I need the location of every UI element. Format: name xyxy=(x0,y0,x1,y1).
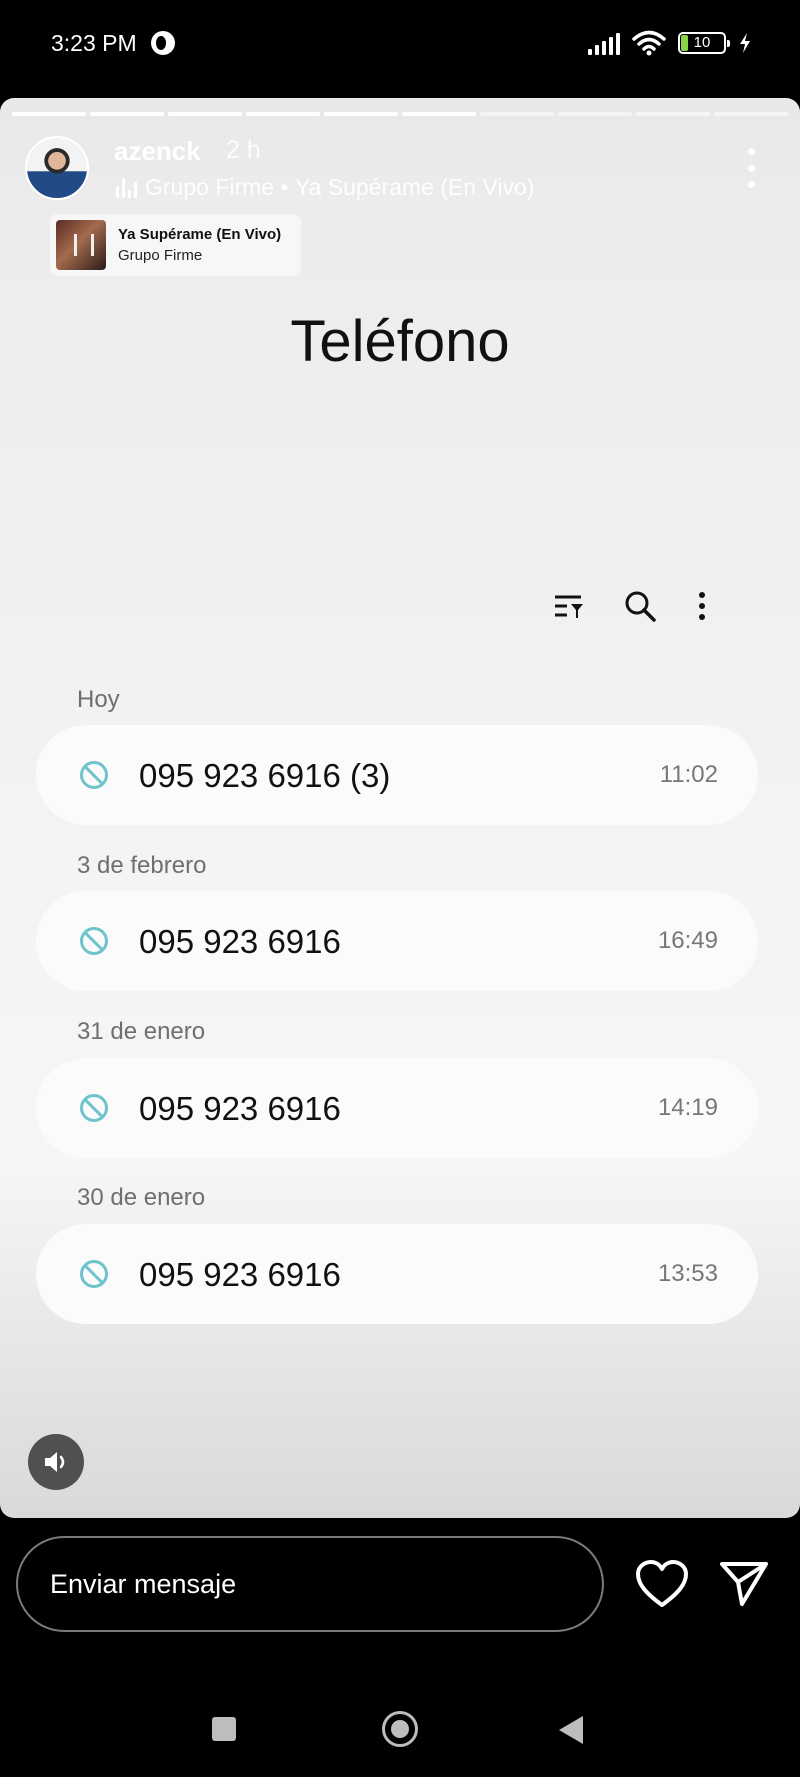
phone-app-title: Teléfono xyxy=(290,309,510,374)
call-time: 14:19 xyxy=(657,1094,718,1121)
call-log-row[interactable]: 095 923 6916 (3) 11:02 xyxy=(36,725,758,825)
more-vertical-icon[interactable] xyxy=(684,588,720,624)
username[interactable]: azenck xyxy=(114,136,201,167)
call-log-row[interactable]: 095 923 6916 13:53 xyxy=(36,1224,758,1324)
music-sticker[interactable]: Ya Supérame (En Vivo) Grupo Firme xyxy=(50,214,301,276)
status-icons: 10 xyxy=(588,30,752,56)
send-icon[interactable] xyxy=(716,1558,772,1610)
music-separator: • xyxy=(274,174,295,200)
wifi-icon xyxy=(632,30,666,56)
album-art xyxy=(56,220,106,270)
music-attribution[interactable]: Grupo Firme • Ya Supérame (En Vivo) xyxy=(116,174,534,201)
battery-level: 10 xyxy=(693,34,711,51)
sound-toggle-button[interactable] xyxy=(28,1434,84,1490)
speaker-icon xyxy=(45,1452,65,1472)
music-song: Ya Supérame (En Vivo) xyxy=(294,174,535,200)
filter-icon[interactable] xyxy=(551,588,587,624)
date-label: 31 de enero xyxy=(77,1018,206,1045)
call-number: 095 923 6916 (3) xyxy=(139,757,391,794)
sticker-title: Ya Supérame (En Vivo) xyxy=(118,226,282,243)
call-time: 11:02 xyxy=(659,761,718,788)
home-button[interactable] xyxy=(382,1711,418,1747)
call-number: 095 923 6916 xyxy=(139,1090,341,1127)
call-number: 095 923 6916 xyxy=(139,923,341,960)
call-log-row[interactable]: 095 923 6916 16:49 xyxy=(36,891,758,991)
avatar[interactable] xyxy=(25,136,89,200)
blocked-call-icon xyxy=(80,1094,108,1122)
date-label: 30 de enero xyxy=(77,1184,206,1211)
blocked-call-icon xyxy=(80,761,108,789)
charging-icon xyxy=(740,33,750,53)
call-time: 13:53 xyxy=(657,1260,718,1287)
audio-bars-icon xyxy=(116,177,137,198)
status-bar: 3:23 PM 10 xyxy=(0,0,800,90)
recent-apps-button[interactable] xyxy=(212,1717,236,1741)
music-artist: Grupo Firme xyxy=(145,174,275,200)
back-button[interactable] xyxy=(559,1716,583,1744)
signal-icon xyxy=(588,31,620,55)
heart-icon[interactable] xyxy=(634,1558,690,1610)
message-input[interactable] xyxy=(16,1536,604,1632)
call-log-row[interactable]: 095 923 6916 14:19 xyxy=(36,1058,758,1158)
post-time: 2 h xyxy=(226,136,261,164)
notification-app-icon xyxy=(151,31,175,55)
battery-icon: 10 xyxy=(678,32,730,54)
status-time: 3:23 PM xyxy=(51,30,137,56)
search-icon[interactable] xyxy=(622,588,658,624)
blocked-call-icon xyxy=(80,927,108,955)
sticker-artist: Grupo Firme xyxy=(118,247,203,264)
blocked-call-icon xyxy=(80,1260,108,1288)
date-label: Hoy xyxy=(77,686,120,713)
date-label: 3 de febrero xyxy=(77,852,207,879)
story-container[interactable]: azenck 2 h Grupo Firme • Ya Supérame (En… xyxy=(0,98,800,1518)
call-number: 095 923 6916 xyxy=(139,1256,341,1293)
call-time: 16:49 xyxy=(657,927,718,954)
more-options-icon[interactable] xyxy=(742,148,760,188)
story-progress-bar xyxy=(12,112,788,116)
